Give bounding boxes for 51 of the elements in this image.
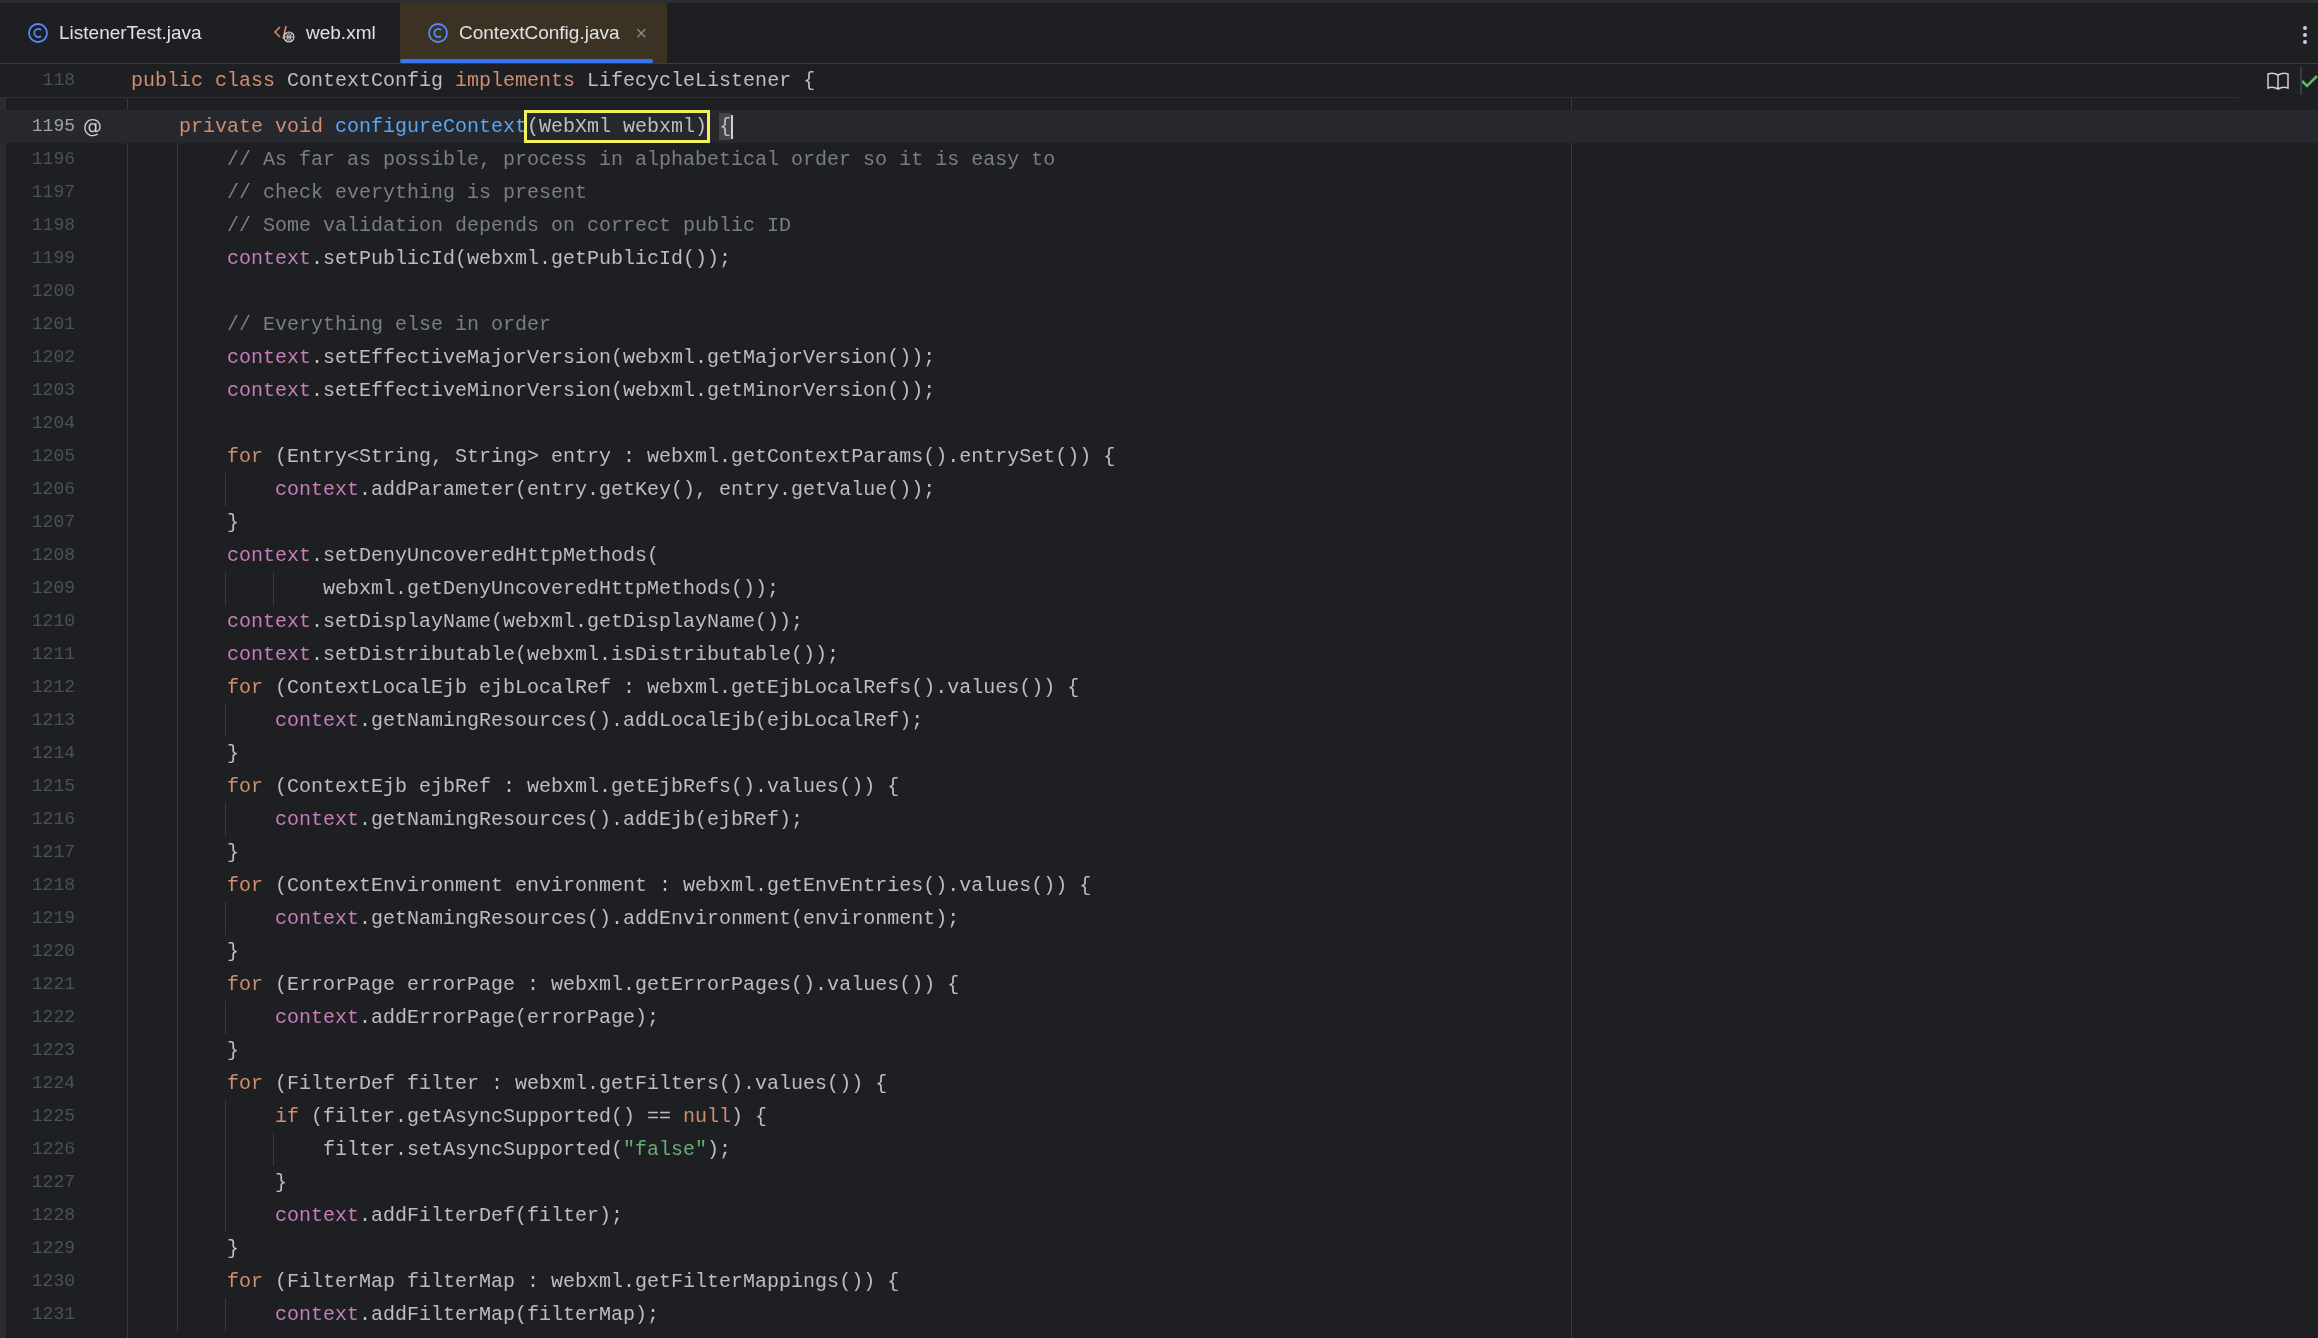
code-line: if (filter.getAsyncSupported() == null) { [274, 1104, 769, 1130]
code-line: // check everything is present [226, 180, 589, 206]
code-line: // As far as possible, process in alphabetical order so it is easy to [226, 147, 1057, 173]
c-circle-icon [27, 22, 49, 44]
code-line: } [226, 510, 241, 536]
code-line: // Some validation depends on correct public ID [226, 213, 793, 239]
code-line: for (ContextEjb ejbRef : webxml.getEjbRefs().values()) { [226, 774, 901, 800]
code-line: } [226, 939, 241, 965]
code-line: } [226, 1236, 241, 1262]
editor-tab[interactable]: ListenerTest.java [0, 3, 245, 63]
more-menu-icon[interactable] [2302, 24, 2308, 46]
code-line: context.addFilterDef(filter); [274, 1203, 625, 1229]
code-line: } [226, 1038, 241, 1064]
code-line: context.setEffectiveMinorVersion(webxml.getMinorVersion()); [226, 378, 937, 404]
code-text: private [178, 114, 264, 140]
code-line: // Everything else in order [226, 312, 553, 338]
code-line: context.setEffectiveMajorVersion(webxml.getMajorVersion()); [226, 345, 937, 371]
code-line: filter.setAsyncSupported("false"); [322, 1137, 733, 1163]
code-line: context.getNamingResources().addEnvironment(environment); [274, 906, 961, 932]
close-button[interactable]: × [635, 18, 648, 48]
code-line: context.getNamingResources().addEjb(ejbRef); [274, 807, 805, 833]
code-line: for (Entry<String, String> entry : webxml.getContextParams().entrySet()) { [226, 444, 1117, 470]
highlight-box: (WebXml webxml) [524, 110, 711, 143]
editor-tab[interactable]: ContextConfig.java × [400, 3, 667, 63]
code-line: context.getNamingResources().addLocalEjb(ejbLocalRef); [274, 708, 925, 734]
at-sign-icon[interactable]: @ [83, 112, 102, 141]
code-text: void [274, 114, 324, 140]
code-line: context.setDenyUncoveredHttpMethods( [226, 543, 661, 569]
code-line: for (ContextLocalEjb ejbLocalRef : webxml.getEjbLocalRefs().values()) { [226, 675, 1081, 701]
code-line: } [226, 741, 241, 767]
code-line: public class ContextConfig implements LifecycleListener { [131, 68, 816, 94]
check-icon [2300, 73, 2318, 89]
editor-tab[interactable]: web.xml [245, 3, 400, 63]
c-circle-icon [427, 22, 449, 44]
code-line: for (FilterMap filterMap : webxml.getFilterMappings()) { [226, 1269, 901, 1295]
code-line: context.addErrorPage(errorPage); [274, 1005, 661, 1031]
code-line: for (ErrorPage errorPage : webxml.getErrorPages().values()) { [226, 972, 961, 998]
code-line: context.addFilterMap(filterMap); [274, 1302, 661, 1328]
matched-brace: { [719, 113, 732, 140]
text-cursor [731, 114, 734, 139]
book-icon[interactable] [2266, 71, 2290, 91]
code-line: context.setDisplayName(webxml.getDisplayName()); [226, 609, 805, 635]
line-number: 1195 [30, 115, 75, 138]
code-line: context.setDistributable(webxml.isDistributable()); [226, 642, 841, 668]
code-line: } [226, 840, 241, 866]
code-line: webxml.getDenyUncoveredHttpMethods()); [322, 576, 781, 602]
code-line: } [274, 1170, 289, 1196]
code-line: for (ContextEnvironment environment : webxml.getEnvEntries().values()) { [226, 873, 1093, 899]
code-line: context.setPublicId(webxml.getPublicId()); [226, 246, 733, 272]
code-line: for (FilterDef filter : webxml.getFilters().values()) { [226, 1071, 889, 1097]
code-line: context.addParameter(entry.getKey(), entry.getValue()); [274, 477, 937, 503]
